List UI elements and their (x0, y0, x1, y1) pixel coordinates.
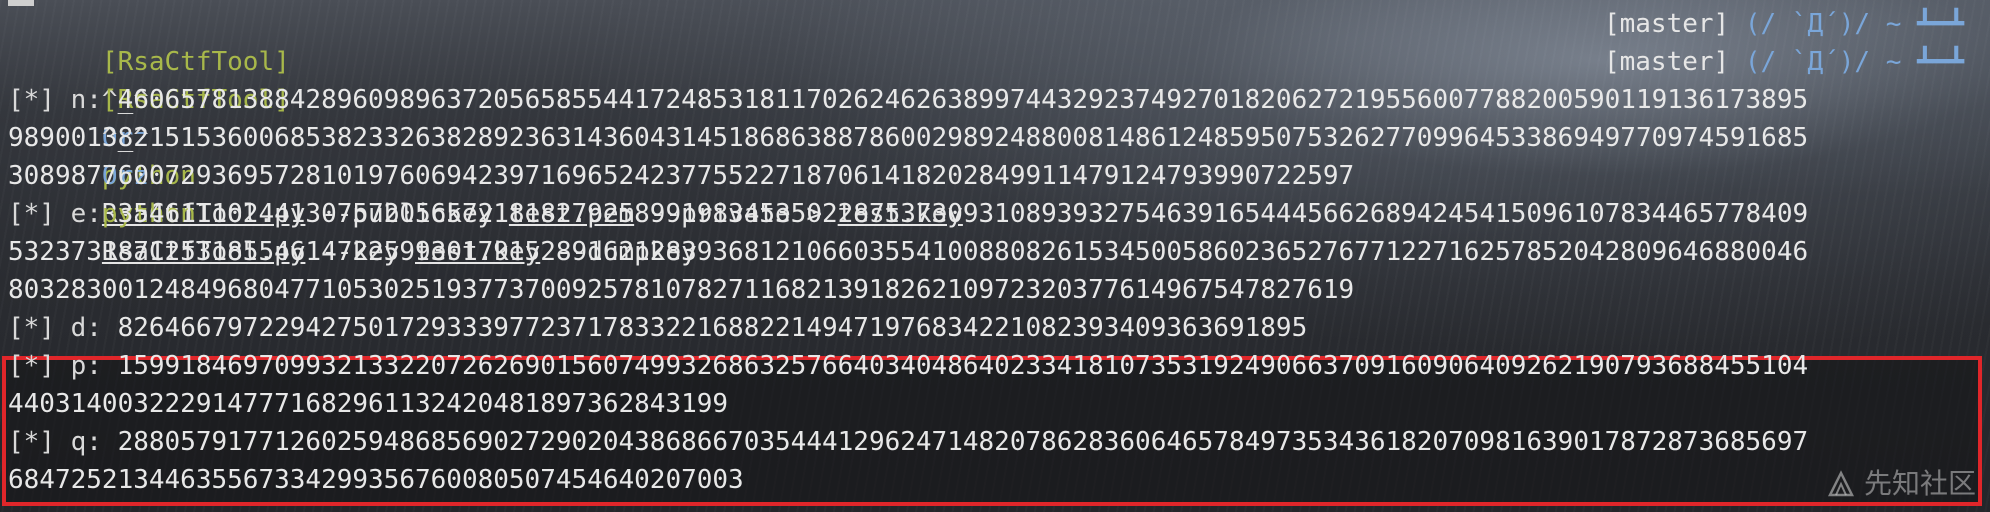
git-branch-status: [master] (/ `Д´)/ ~ ┻━┻ (1604, 43, 1964, 81)
output-line-e: [*] e: 354611102441307572056572181827925… (8, 195, 1984, 233)
output-line-p: 4403140032229147771682961132420481897362… (8, 385, 1984, 423)
value-digits: 4606578138842896098963720565855441724853… (117, 85, 1809, 115)
output-line-p: [*] p: 159918469709932133220726269015607… (8, 347, 1984, 385)
value-label: [*] p: (8, 351, 118, 381)
watermark-text: 先知社区 (1863, 467, 1976, 500)
value-label: [*] e: (8, 199, 118, 229)
output-line-d: [*] d: 826466797229427501729333977237178… (8, 309, 1984, 347)
value-label: [*] q: (8, 427, 118, 457)
output-line-n: [*] n: 460657813884289609896372056585544… (8, 81, 1984, 119)
xianzhi-logo-icon (1827, 470, 1855, 497)
value-digits: 3089877600729369572810197606942397169652… (8, 161, 1355, 191)
value-digits: 6847252134463556733429935676008050745464… (8, 465, 744, 495)
value-digits: 9890013821515360068538233263828923631436… (8, 123, 1809, 153)
watermark: 先知社区 (1826, 464, 1976, 504)
branch-label: [master] (1603, 47, 1730, 77)
branch-label: [master] (1603, 9, 1730, 39)
value-digits: 4403140032229147771682961132420481897362… (8, 389, 729, 419)
value-digits: 8032830012484968047710530251937737009257… (8, 275, 1355, 305)
value-digits: 3546111024413075720565721818279258991983… (117, 199, 1809, 229)
output-line-q: [*] q: 288057917712602594868569027290204… (8, 423, 1984, 461)
value-digits: 8264667972294275017293339772371783322168… (117, 313, 1308, 343)
git-branch-status: [master] (/ `Д´)/ ~ ┻━┻ (1604, 5, 1964, 43)
output-line-e: 8032830012484968047710530251937737009257… (8, 271, 1984, 309)
value-digits: 5323731871253185546147225993017915289162… (8, 237, 1809, 267)
output-line-e: 5323731871253185546147225993017915289162… (8, 233, 1984, 271)
prompt-line: [RsaCtfTool] ^_^ Orz python RsaCtfTool.p… (8, 5, 1984, 229)
prompt-line: [RsaCtfTool] ^_^ Orz python RsaCtfTool.p… (8, 43, 1984, 267)
output-line-n: 9890013821515360068538233263828923631436… (8, 119, 1984, 157)
table-flip-emoticon: (/ `Д´)/ ~ ┻━┻ (1744, 47, 1964, 77)
terminal-output: [RsaCtfTool] ^_^ Orz python RsaCtfTool.p… (8, 5, 1984, 499)
value-label: [*] n: (8, 85, 118, 115)
output-line-q: 6847252134463556733429935676008050745464… (8, 461, 1984, 499)
value-label: [*] d: (8, 313, 118, 343)
value-digits: 1599184697099321332207262690156074993268… (117, 351, 1809, 381)
value-digits: 2880579177126025948685690272902043868667… (117, 427, 1809, 457)
terminal-window[interactable]: [RsaCtfTool] ^_^ Orz python RsaCtfTool.p… (0, 0, 1990, 512)
table-flip-emoticon: (/ `Д´)/ ~ ┻━┻ (1744, 9, 1964, 39)
output-line-n: 3089877600729369572810197606942397169652… (8, 157, 1984, 195)
